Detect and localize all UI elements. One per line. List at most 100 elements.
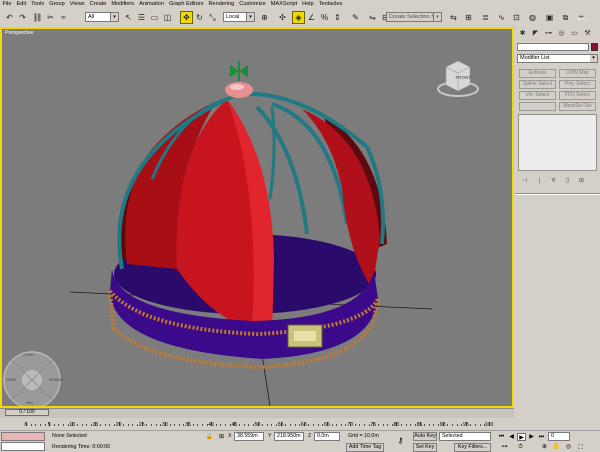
percent-snap-icon[interactable]: % <box>318 11 331 24</box>
select-link-icon[interactable]: ⛓ <box>31 11 44 24</box>
menu-tools[interactable]: Tools <box>29 0 47 8</box>
menu-animation[interactable]: Animation <box>137 0 167 8</box>
maxscript-mini-field[interactable] <box>1 442 45 451</box>
select-move-icon[interactable]: ✥ <box>180 11 193 24</box>
perspective-viewport[interactable]: Perspective ZOOM ORBIT PAN REWIND FRONT <box>0 27 514 408</box>
mirror-icon[interactable]: ⇋ <box>366 11 379 24</box>
select-manipulate-icon[interactable]: ✣ <box>276 11 289 24</box>
go-to-start-icon[interactable]: ⏮ <box>497 433 506 441</box>
menu-graph-editors[interactable]: Graph Editors <box>166 0 206 8</box>
spline-select-button[interactable]: Spline Select <box>519 80 556 89</box>
redo-icon[interactable]: ↷ <box>16 11 29 24</box>
set-key-button[interactable]: Set Key <box>413 443 437 452</box>
menu-help[interactable]: Help <box>300 0 317 8</box>
extrude-button[interactable]: Extrude <box>519 69 556 78</box>
angle-snap-icon[interactable]: ∠ <box>305 11 318 24</box>
rectangular-selection-icon[interactable]: ▭ <box>148 11 161 24</box>
snap-toggle-icon[interactable]: ◈ <box>292 11 305 24</box>
poly-select-button[interactable]: Poly Select <box>559 80 596 89</box>
meshsel-button[interactable]: MeshSel Sel <box>559 102 596 111</box>
menu-edit[interactable]: Edit <box>14 0 29 8</box>
key-mode-icon[interactable]: ⚷ <box>396 437 405 445</box>
time-config-icon[interactable]: ⏱ <box>516 443 525 451</box>
window-crossing-icon[interactable]: ◫ <box>161 11 174 24</box>
pan-view-icon[interactable]: ✋ <box>552 443 561 451</box>
menu-tentacles[interactable]: Tentacles <box>316 0 345 8</box>
select-object-icon[interactable]: ↖ <box>122 11 135 24</box>
select-scale-icon[interactable]: ⤡ <box>206 11 219 24</box>
absolute-mode-icon[interactable]: ⊞ <box>217 433 226 441</box>
menu-rendering[interactable]: Rendering <box>206 0 237 8</box>
vol-select-button[interactable]: Vol. Select <box>519 91 556 100</box>
orbit-icon[interactable]: ◎ <box>564 443 573 451</box>
x-coord-field[interactable]: 38.559m <box>234 432 264 441</box>
remove-modifier-icon[interactable]: ▯ <box>563 177 572 185</box>
pin-stack-icon[interactable]: ⊣ <box>520 177 529 185</box>
make-unique-icon[interactable]: ∀ <box>549 177 558 185</box>
modify-tab-icon[interactable]: ◤ <box>531 29 540 38</box>
menu-modifiers[interactable]: Modifiers <box>109 0 137 8</box>
selection-filter-dropdown[interactable]: All ▾ <box>85 12 119 22</box>
modifier-list-dropdown[interactable]: Modifier List ▾ <box>517 54 598 63</box>
named-selection-dropdown[interactable]: Create Selection Set ▾ <box>386 12 442 22</box>
zoom-viewport-icon[interactable]: ⊕ <box>540 443 549 451</box>
reference-coord-dropdown[interactable]: Local ▾ <box>223 12 255 22</box>
align-tool-icon[interactable]: ⊞ <box>462 11 475 24</box>
menu-views[interactable]: Views <box>67 0 87 8</box>
utilities-tab-icon[interactable]: ⚒ <box>583 29 592 38</box>
ffd-select-button[interactable]: FFD Select <box>559 91 596 100</box>
track-bar[interactable]: 0 5 10 15 20 25 30 35 40 45 50 55 60 65 70 75 80 85 90 95 10… <box>0 418 514 430</box>
time-slider-track[interactable] <box>0 408 514 418</box>
uvw-map-button[interactable]: UVW Map <box>559 69 596 78</box>
current-frame-field[interactable]: 0 <box>548 432 570 441</box>
auto-key-button[interactable]: Auto Key <box>413 432 437 441</box>
pivot-center-icon[interactable]: ⊕ <box>258 11 271 24</box>
show-end-result-icon[interactable]: | <box>535 177 544 185</box>
play-icon[interactable]: ▶ <box>517 433 526 441</box>
lock-selection-icon[interactable]: 🔒 <box>205 433 214 441</box>
y-coord-field[interactable]: 218.950m <box>274 432 304 441</box>
unlink-icon[interactable]: ✂ <box>44 11 57 24</box>
hierarchy-tab-icon[interactable]: ⊶ <box>544 29 553 38</box>
schematic-view-icon[interactable]: ⊡ <box>510 11 523 24</box>
menu-maxscript[interactable]: MAXScript <box>268 0 299 8</box>
empty-modifier-button[interactable] <box>519 102 556 111</box>
configure-sets-icon[interactable]: ⊞ <box>577 177 586 185</box>
modifier-stack[interactable] <box>518 114 597 171</box>
render-setup-icon[interactable]: ▣ <box>543 11 556 24</box>
create-tab-icon[interactable]: ✱ <box>518 29 527 38</box>
material-editor-icon[interactable]: ◍ <box>526 11 539 24</box>
menu-customize[interactable]: Customize <box>237 0 268 8</box>
object-color-swatch[interactable] <box>591 43 598 51</box>
select-by-name-icon[interactable]: ☰ <box>135 11 148 24</box>
spinner-snap-icon[interactable]: ⇕ <box>331 11 344 24</box>
motion-tab-icon[interactable]: ◎ <box>557 29 566 38</box>
key-mode-dropdown[interactable]: Selected <box>439 432 491 441</box>
maximize-viewport-icon[interactable]: ⬚ <box>576 443 585 451</box>
object-name-field[interactable] <box>517 43 589 51</box>
prev-frame-icon[interactable]: ◀ <box>507 433 516 441</box>
render-production-icon[interactable]: ☕ <box>575 11 588 24</box>
bind-spacewarp-icon[interactable]: ≈ <box>57 11 70 24</box>
select-rotate-icon[interactable]: ↻ <box>193 11 206 24</box>
add-time-tag-button[interactable]: Add Time Tag <box>346 443 384 452</box>
menu-create[interactable]: Create <box>87 0 109 8</box>
time-slider-thumb[interactable]: 0 / 100 <box>5 409 49 416</box>
key-mode-toggle-icon[interactable]: ⊶ <box>500 443 509 451</box>
rendered-frame-icon[interactable]: ⧉ <box>559 11 572 24</box>
timeline-tick <box>123 424 125 426</box>
viewcube-front-label[interactable]: FRONT <box>456 75 472 80</box>
undo-icon[interactable]: ↶ <box>3 11 16 24</box>
menu-file[interactable]: File <box>0 0 14 8</box>
edit-named-selection-icon[interactable]: ✎ <box>349 11 362 24</box>
key-filters-button[interactable]: Key Filters... <box>454 443 491 452</box>
maxscript-listener-field[interactable] <box>1 432 45 441</box>
display-tab-icon[interactable]: ▭ <box>570 29 579 38</box>
menu-group[interactable]: Group <box>47 0 68 8</box>
go-to-end-icon[interactable]: ⏭ <box>537 433 546 441</box>
layer-manager-icon[interactable]: ≣ <box>479 11 492 24</box>
curve-editor-icon[interactable]: ∿ <box>495 11 508 24</box>
z-coord-field[interactable]: 0.0m <box>314 432 340 441</box>
mirror-tool-icon[interactable]: ⇆ <box>447 11 460 24</box>
next-frame-icon[interactable]: ▶ <box>527 433 536 441</box>
